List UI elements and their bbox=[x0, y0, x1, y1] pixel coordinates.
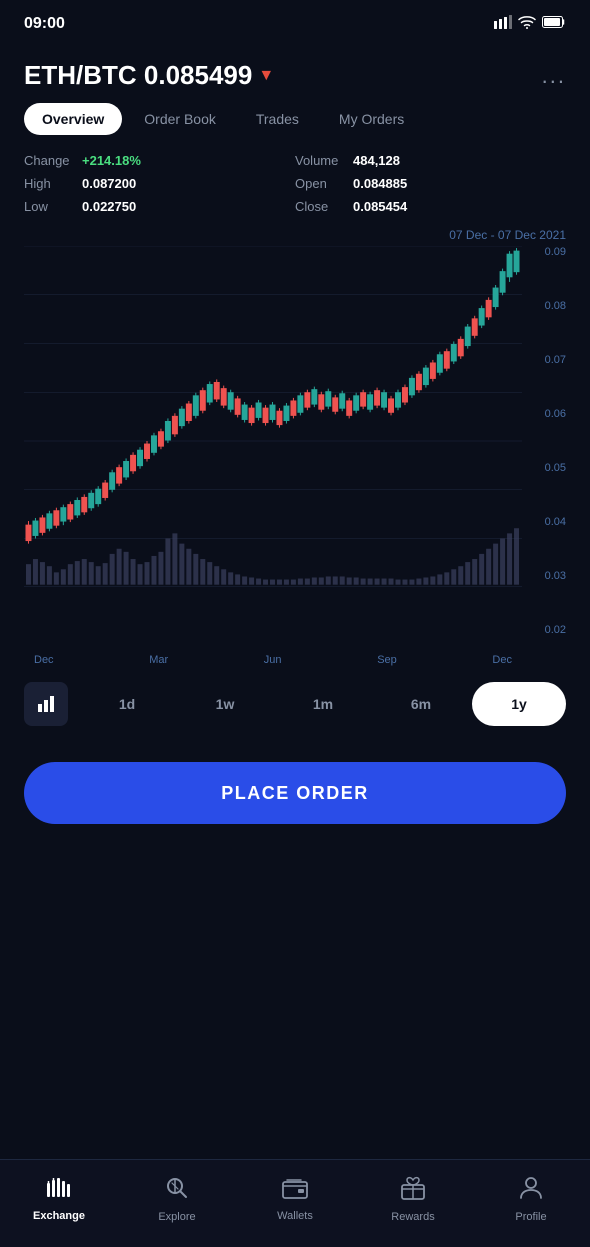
low-label: Low bbox=[24, 199, 74, 214]
tab-order-book[interactable]: Order Book bbox=[126, 103, 234, 135]
price-chart: 0.09 0.08 0.07 0.06 0.05 0.04 0.03 0.02 bbox=[24, 246, 566, 666]
profile-icon bbox=[520, 1176, 542, 1207]
stat-volume: Volume 484,128 bbox=[295, 151, 566, 170]
stat-change: Change +214.18% bbox=[24, 151, 295, 170]
tabs-container: Overview Order Book Trades My Orders bbox=[0, 103, 590, 135]
place-order-button[interactable]: PLACE ORDER bbox=[24, 762, 566, 824]
y-label-0.09: 0.09 bbox=[545, 246, 566, 258]
nav-label-rewards: Rewards bbox=[391, 1211, 434, 1223]
y-label-0.08: 0.08 bbox=[545, 300, 566, 312]
close-value: 0.085454 bbox=[353, 199, 407, 214]
nav-item-rewards[interactable]: Rewards bbox=[354, 1176, 472, 1231]
volume-value: 484,128 bbox=[353, 153, 400, 168]
exchange-icon bbox=[45, 1177, 73, 1206]
status-time: 09:00 bbox=[24, 15, 65, 33]
y-label-0.07: 0.07 bbox=[545, 354, 566, 366]
rewards-icon bbox=[400, 1176, 426, 1207]
nav-label-profile: Profile bbox=[515, 1211, 546, 1223]
header: ETH/BTC 0.085499 ▼ ... bbox=[0, 44, 590, 103]
pair-title[interactable]: ETH/BTC 0.085499 ▼ bbox=[24, 60, 274, 91]
low-value: 0.022750 bbox=[82, 199, 136, 214]
tab-trades[interactable]: Trades bbox=[238, 103, 317, 135]
x-label-sep: Sep bbox=[377, 654, 397, 666]
status-icons bbox=[494, 15, 566, 34]
chart-date-range: 07 Dec - 07 Dec 2021 bbox=[0, 228, 590, 242]
battery-icon bbox=[542, 15, 566, 33]
status-bar: 09:00 bbox=[0, 0, 590, 44]
y-label-0.03: 0.03 bbox=[545, 570, 566, 582]
chart-type-button[interactable] bbox=[24, 682, 68, 726]
y-label-0.04: 0.04 bbox=[545, 516, 566, 528]
change-value: +214.18% bbox=[82, 153, 141, 168]
chart-canvas bbox=[24, 246, 522, 636]
stat-high: High 0.087200 bbox=[24, 174, 295, 193]
stat-open: Open 0.084885 bbox=[295, 174, 566, 193]
nav-item-wallets[interactable]: Wallets bbox=[236, 1177, 354, 1230]
x-label-dec: Dec bbox=[34, 654, 54, 666]
time-btn-1w[interactable]: 1w bbox=[178, 682, 272, 726]
x-label-mar: Mar bbox=[149, 654, 168, 666]
x-label-jun: Jun bbox=[264, 654, 282, 666]
nav-item-exchange[interactable]: Exchange bbox=[0, 1177, 118, 1230]
tab-overview[interactable]: Overview bbox=[24, 103, 122, 135]
y-label-0.05: 0.05 bbox=[545, 462, 566, 474]
tab-my-orders[interactable]: My Orders bbox=[321, 103, 422, 135]
high-label: High bbox=[24, 176, 74, 191]
time-btn-1y[interactable]: 1y bbox=[472, 682, 566, 726]
explore-icon bbox=[165, 1176, 189, 1207]
time-btn-6m[interactable]: 6m bbox=[374, 682, 468, 726]
wallets-icon bbox=[282, 1177, 308, 1206]
chart-y-axis: 0.09 0.08 0.07 0.06 0.05 0.04 0.03 0.02 bbox=[526, 246, 566, 636]
stats-grid: Change +214.18% Volume 484,128 High 0.08… bbox=[0, 151, 590, 216]
volume-label: Volume bbox=[295, 153, 345, 168]
pair-name: ETH/BTC 0.085499 bbox=[24, 60, 252, 91]
change-label: Change bbox=[24, 153, 74, 168]
signal-icon bbox=[494, 15, 512, 34]
nav-label-wallets: Wallets bbox=[277, 1210, 313, 1222]
stat-close: Close 0.085454 bbox=[295, 197, 566, 216]
y-label-0.06: 0.06 bbox=[545, 408, 566, 420]
nav-label-exchange: Exchange bbox=[33, 1210, 85, 1222]
stat-low: Low 0.022750 bbox=[24, 197, 295, 216]
nav-item-profile[interactable]: Profile bbox=[472, 1176, 590, 1231]
open-value: 0.084885 bbox=[353, 176, 407, 191]
nav-label-explore: Explore bbox=[158, 1211, 195, 1223]
nav-item-explore[interactable]: Explore bbox=[118, 1176, 236, 1231]
y-label-0.02: 0.02 bbox=[545, 624, 566, 636]
time-period-selector: 1d 1w 1m 6m 1y bbox=[0, 666, 590, 742]
dropdown-arrow-icon: ▼ bbox=[258, 67, 274, 85]
time-btn-1m[interactable]: 1m bbox=[276, 682, 370, 726]
wifi-icon bbox=[518, 15, 536, 34]
more-options-button[interactable]: ... bbox=[542, 63, 566, 89]
bottom-navigation: Exchange Explore Wallets bbox=[0, 1159, 590, 1247]
time-btn-1d[interactable]: 1d bbox=[80, 682, 174, 726]
open-label: Open bbox=[295, 176, 345, 191]
chart-x-axis: Dec Mar Jun Sep Dec bbox=[24, 654, 522, 666]
close-label: Close bbox=[295, 199, 345, 214]
high-value: 0.087200 bbox=[82, 176, 136, 191]
place-order-section: PLACE ORDER bbox=[0, 742, 590, 848]
x-label-dec2: Dec bbox=[492, 654, 512, 666]
